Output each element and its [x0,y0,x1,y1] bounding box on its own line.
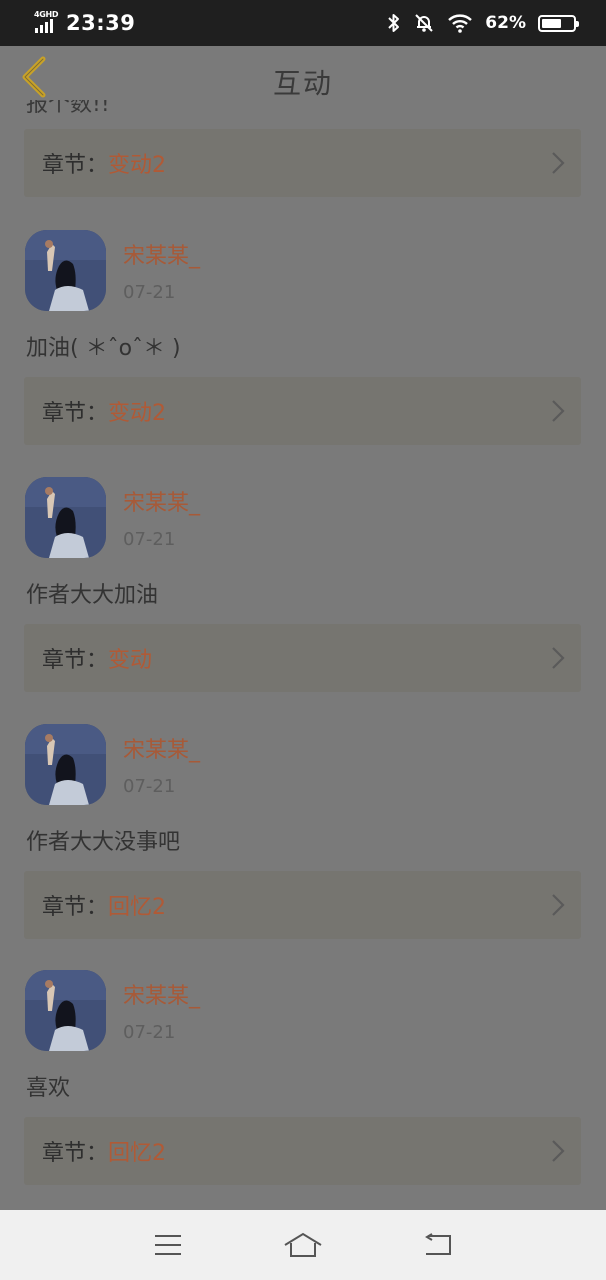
comment-text: 作者大大没事吧 [26,830,181,855]
comment-text: 加油( ＊ˆoˆ＊ ) [26,336,181,361]
comment-item: 宋某某_ 07-21 喜欢 章节： 回忆2 [0,970,606,1200]
chapter-link[interactable]: 章节： 回忆2 [24,1117,581,1185]
chevron-right-icon [552,400,565,422]
battery-icon [538,14,579,32]
comment-text: 喜欢 [26,1076,71,1101]
comment-item: 宋某某_ 07-21 作者大大加油 章节： 变动 [0,477,606,707]
avatar[interactable] [25,724,106,805]
network-type: 4GHD [34,10,59,19]
menu-icon [154,1235,181,1255]
bell-muted-icon [413,12,435,34]
chapter-link[interactable]: 章节： 回忆2 [24,871,581,939]
chapter-name: 变动2 [108,153,167,178]
comment-date: 07-21 [123,1022,176,1043]
comment-text: 作者大大加油 [26,583,159,608]
system-nav-bar [0,1210,606,1280]
chapter-label: 章节： [42,648,109,673]
wifi-icon [447,13,473,33]
chapter-label: 章节： [42,401,109,426]
page-title: 互动 [272,67,333,100]
signal-icon: 4GHD [34,10,60,35]
chapter-label: 章节： [42,895,109,920]
chevron-right-icon [552,647,565,669]
status-right: 62% [387,12,579,34]
chevron-right-icon [552,894,565,916]
chapter-label: 章节： [42,153,109,178]
battery-percent: 62% [485,13,526,33]
comment-username[interactable]: 宋某某_ [123,732,200,764]
partial-comment-text: 报个数!! [26,100,110,117]
menu-button[interactable] [138,1215,198,1275]
chapter-link[interactable]: 章节： 变动2 [24,377,581,445]
comment-username[interactable]: 宋某某_ [123,978,200,1010]
chevron-right-icon [552,152,565,174]
status-time: 23:39 [66,11,136,35]
screen: 4GHD 23:39 62% 互动 报个数!! 章节： 变动2 宋某某_ 07-… [0,0,606,1280]
comment-item: 宋某某_ 07-21 加油( ＊ˆoˆ＊ ) 章节： 变动2 [0,230,606,460]
avatar[interactable] [25,230,106,311]
comment-date: 07-21 [123,529,176,550]
comment-username[interactable]: 宋某某_ [123,485,200,517]
chapter-name: 回忆2 [108,895,167,920]
comment-list[interactable]: 报个数!! 章节： 变动2 宋某某_ 07-21 加油( ＊ˆoˆ＊ ) 章节：… [0,100,606,1210]
chapter-name: 变动2 [108,401,167,426]
avatar[interactable] [25,970,106,1051]
back-nav-button[interactable] [408,1215,468,1275]
status-left: 4GHD 23:39 [34,10,136,35]
chapter-label: 章节： [42,1141,109,1166]
status-bar: 4GHD 23:39 62% [0,0,606,46]
avatar[interactable] [25,477,106,558]
home-button[interactable] [273,1215,333,1275]
comment-date: 07-21 [123,776,176,797]
comment-item: 宋某某_ 07-21 作者大大没事吧 章节： 回忆2 [0,724,606,954]
chapter-name: 回忆2 [108,1141,167,1166]
comment-date: 07-21 [123,282,176,303]
chapter-link[interactable]: 章节： 变动 [24,624,581,692]
comment-username[interactable]: 宋某某_ [123,238,200,270]
bluetooth-icon [387,13,401,33]
chapter-name: 变动 [108,648,153,673]
back-icon [425,1233,452,1255]
chevron-right-icon [552,1140,565,1162]
home-icon [284,1232,322,1257]
chapter-link[interactable]: 章节： 变动2 [24,129,581,197]
